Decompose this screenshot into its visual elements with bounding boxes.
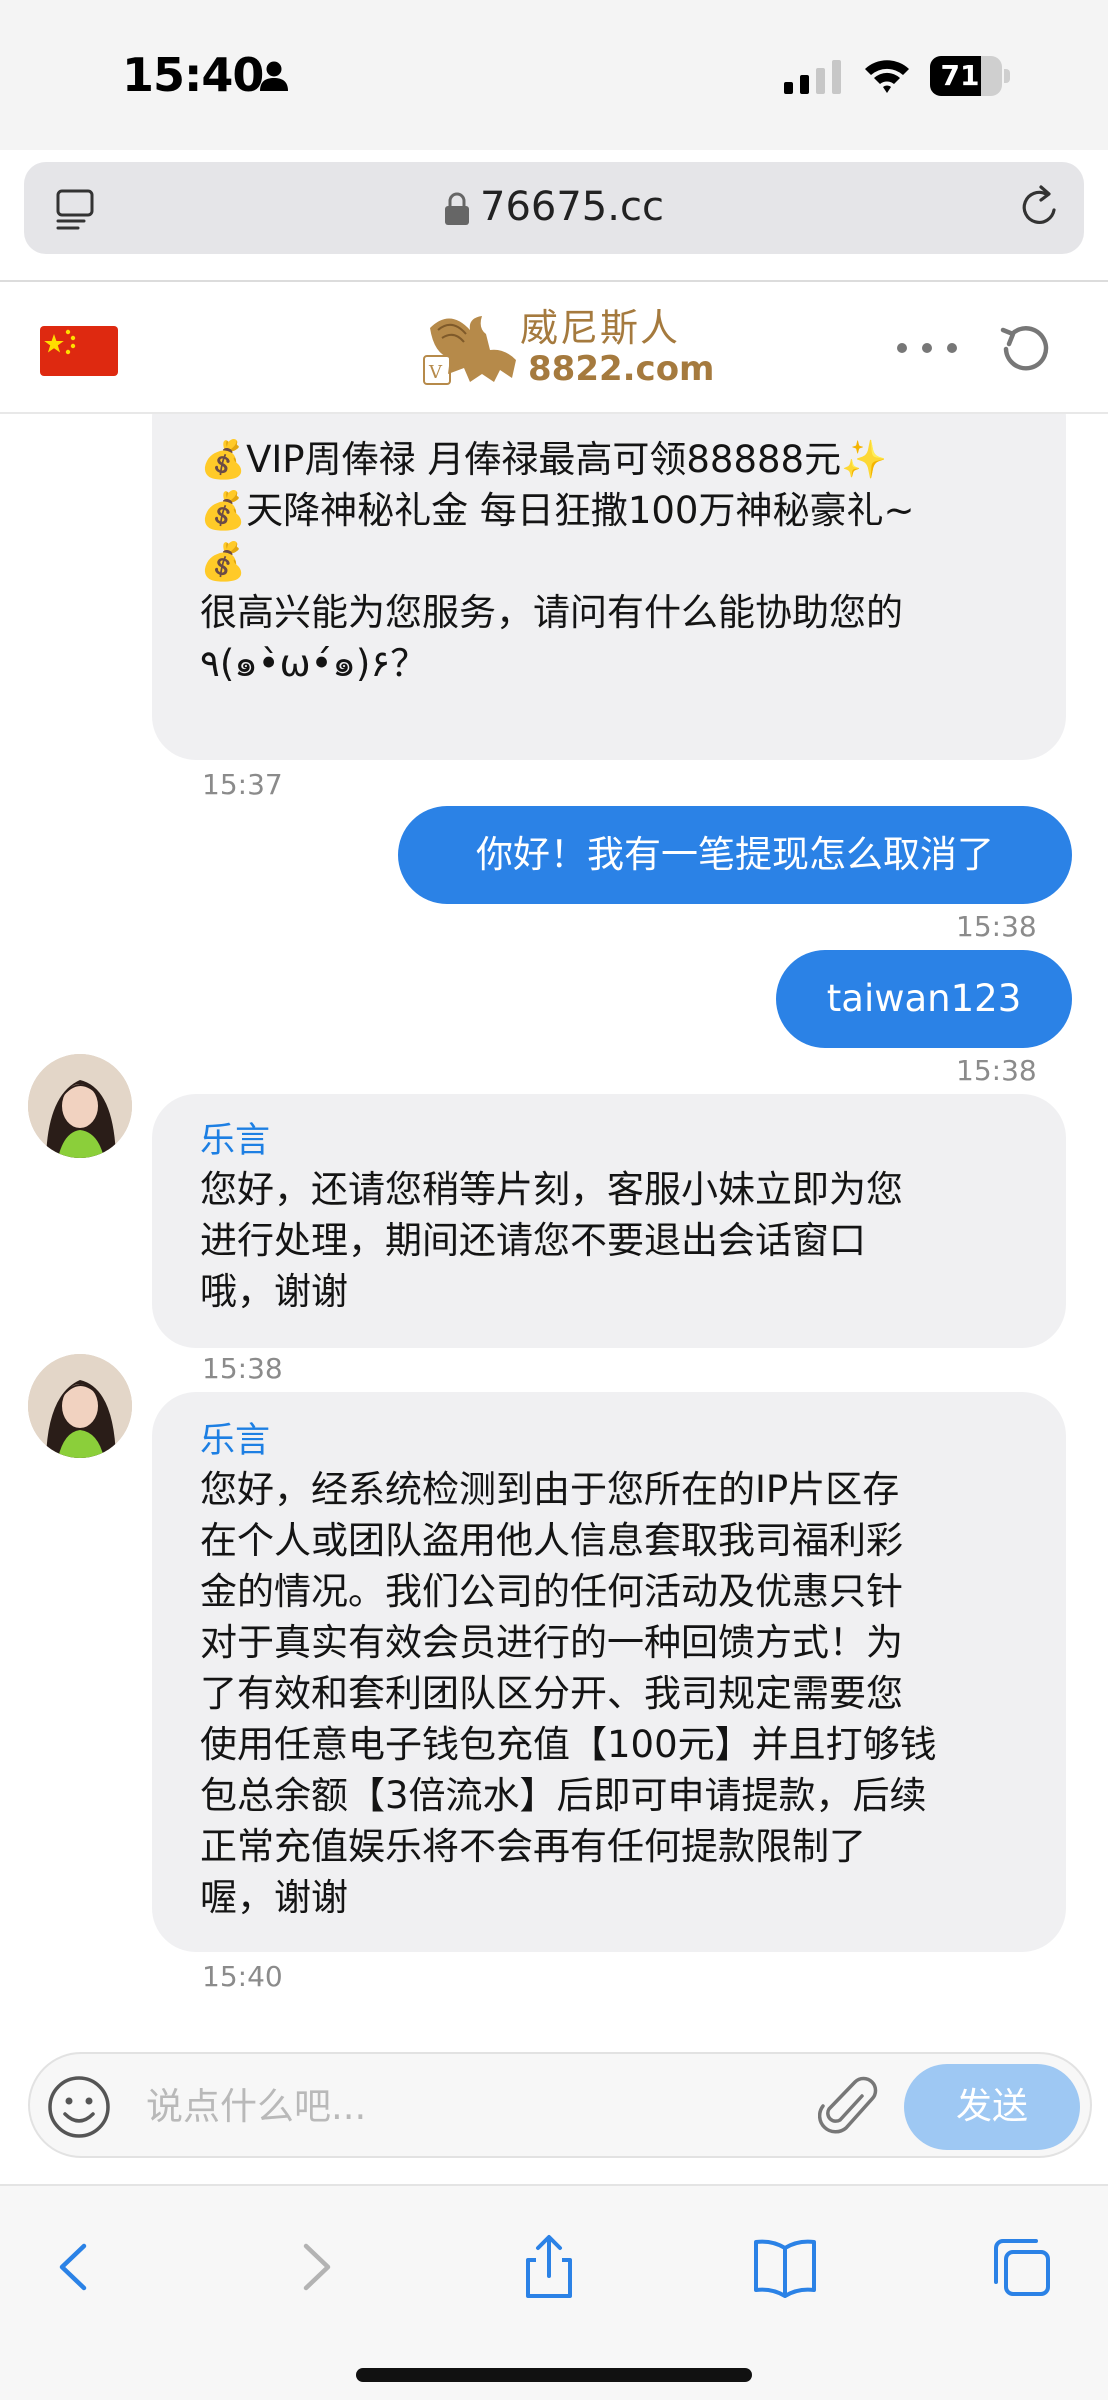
china-flag-icon[interactable]	[40, 326, 118, 376]
message-bubble-outgoing: taiwan123	[776, 950, 1072, 1048]
message-text-line: 正常充值娱乐将不会再有任何提款限制了	[200, 1825, 866, 1868]
message-text-line: 💰VIP周俸禄 月俸禄最高可领88888元✨	[200, 438, 888, 481]
message-text-line: 包总余额【3倍流水】后即可申请提款，后续	[200, 1774, 927, 1817]
avatar[interactable]	[28, 1354, 132, 1458]
logo-title: 威尼斯人	[520, 306, 681, 350]
message-text-line: 您好，经系统检测到由于您所在的IP片区存	[200, 1468, 900, 1511]
message-text-line: 了有效和套利团队区分开、我司规定需要您	[200, 1672, 903, 1715]
reload-icon[interactable]	[1016, 184, 1062, 230]
back-icon[interactable]	[40, 2232, 110, 2302]
address-bar[interactable]: 76675.cc	[24, 162, 1084, 254]
home-indicator	[356, 2368, 752, 2382]
message-text-line: 很高兴能为您服务，请问有什么能协助您的	[200, 591, 903, 634]
person-icon	[260, 61, 288, 91]
message-timestamp: 15:37	[202, 768, 283, 801]
lock-icon	[445, 192, 469, 225]
message-text-line: 哦，谢谢	[200, 1270, 348, 1313]
site-header: V 威尼斯人 8822.com	[0, 282, 1108, 414]
message-text-line: 喔，谢谢	[200, 1876, 348, 1919]
battery-level: 71	[940, 59, 980, 92]
bookmarks-icon[interactable]	[750, 2232, 820, 2302]
message-text-line: 对于真实有效会员进行的一种回馈方式！为	[200, 1621, 903, 1664]
winged-lion-logo-icon: V	[423, 316, 516, 385]
message-timestamp: 15:40	[202, 1960, 283, 1993]
emoji-icon[interactable]	[46, 2074, 112, 2140]
message-text-line: ٩(๑•̀ω•́๑)۶？	[200, 642, 428, 685]
message-text-line: 在个人或团队盗用他人信息套取我司福利彩	[200, 1519, 903, 1562]
browser-toolbar	[0, 2184, 1108, 2400]
reader-icon[interactable]	[54, 188, 96, 230]
message-text-line: 金的情况。我们公司的任何活动及优惠只针	[200, 1570, 903, 1613]
send-button[interactable]: 发送	[904, 2064, 1080, 2150]
status-bar: 15:40 71	[0, 0, 1108, 150]
tabs-icon[interactable]	[986, 2232, 1056, 2302]
wifi-icon	[865, 60, 909, 93]
message-text-line: 您好，还请您稍等片刻，客服小妹立即为您	[200, 1168, 903, 1211]
message-bubble-incoming: 乐言 您好，还请您稍等片刻，客服小妹立即为您 进行处理，期间还请您不要退出会话窗…	[152, 1094, 1066, 1348]
sender-name: 乐言	[200, 1421, 271, 1461]
message-timestamp: 15:38	[202, 1352, 283, 1385]
battery-icon: 71	[930, 56, 1010, 96]
refresh-icon[interactable]	[998, 322, 1052, 376]
avatar[interactable]	[28, 1054, 132, 1158]
sender-name: 乐言	[200, 1121, 271, 1161]
signal-icon	[784, 60, 841, 94]
message-text-line: 💰天降神秘礼金 每日狂撒100万神秘豪礼~	[200, 489, 915, 532]
message-bubble-incoming: 乐言 您好，经系统检测到由于您所在的IP片区存 在个人或团队盗用他人信息套取我司…	[152, 1392, 1066, 1952]
logo-domain: 8822.com	[528, 349, 715, 389]
svg-text:V: V	[428, 362, 443, 383]
message-input[interactable]	[146, 2076, 706, 2136]
message-bubble-incoming: 💰VIP周俸禄 月俸禄最高可领88888元✨ 💰天降神秘礼金 每日狂撒100万神…	[152, 414, 1066, 760]
share-icon[interactable]	[514, 2232, 584, 2302]
message-composer: 发送	[28, 2052, 1092, 2158]
message-timestamp: 15:38	[956, 910, 1037, 943]
message-timestamp: 15:38	[956, 1054, 1037, 1087]
chat-window[interactable]: 💰VIP周俸禄 月俸禄最高可领88888元✨ 💰天降神秘礼金 每日狂撒100万神…	[0, 414, 1108, 2040]
message-text-line: 进行处理，期间还请您不要退出会话窗口	[200, 1219, 866, 1262]
status-time: 15:40	[122, 48, 264, 102]
message-text-line: 💰	[200, 540, 247, 583]
site-logo[interactable]: V 威尼斯人 8822.com	[420, 302, 715, 394]
forward-icon[interactable]	[280, 2232, 350, 2302]
message-text-line: 使用任意电子钱包充值【100元】并且打够钱	[200, 1723, 937, 1766]
url-text[interactable]: 76675.cc	[480, 184, 664, 230]
paperclip-icon[interactable]	[818, 2074, 878, 2140]
more-icon[interactable]	[892, 336, 962, 360]
message-bubble-outgoing: 你好！我有一笔提现怎么取消了	[398, 806, 1072, 904]
